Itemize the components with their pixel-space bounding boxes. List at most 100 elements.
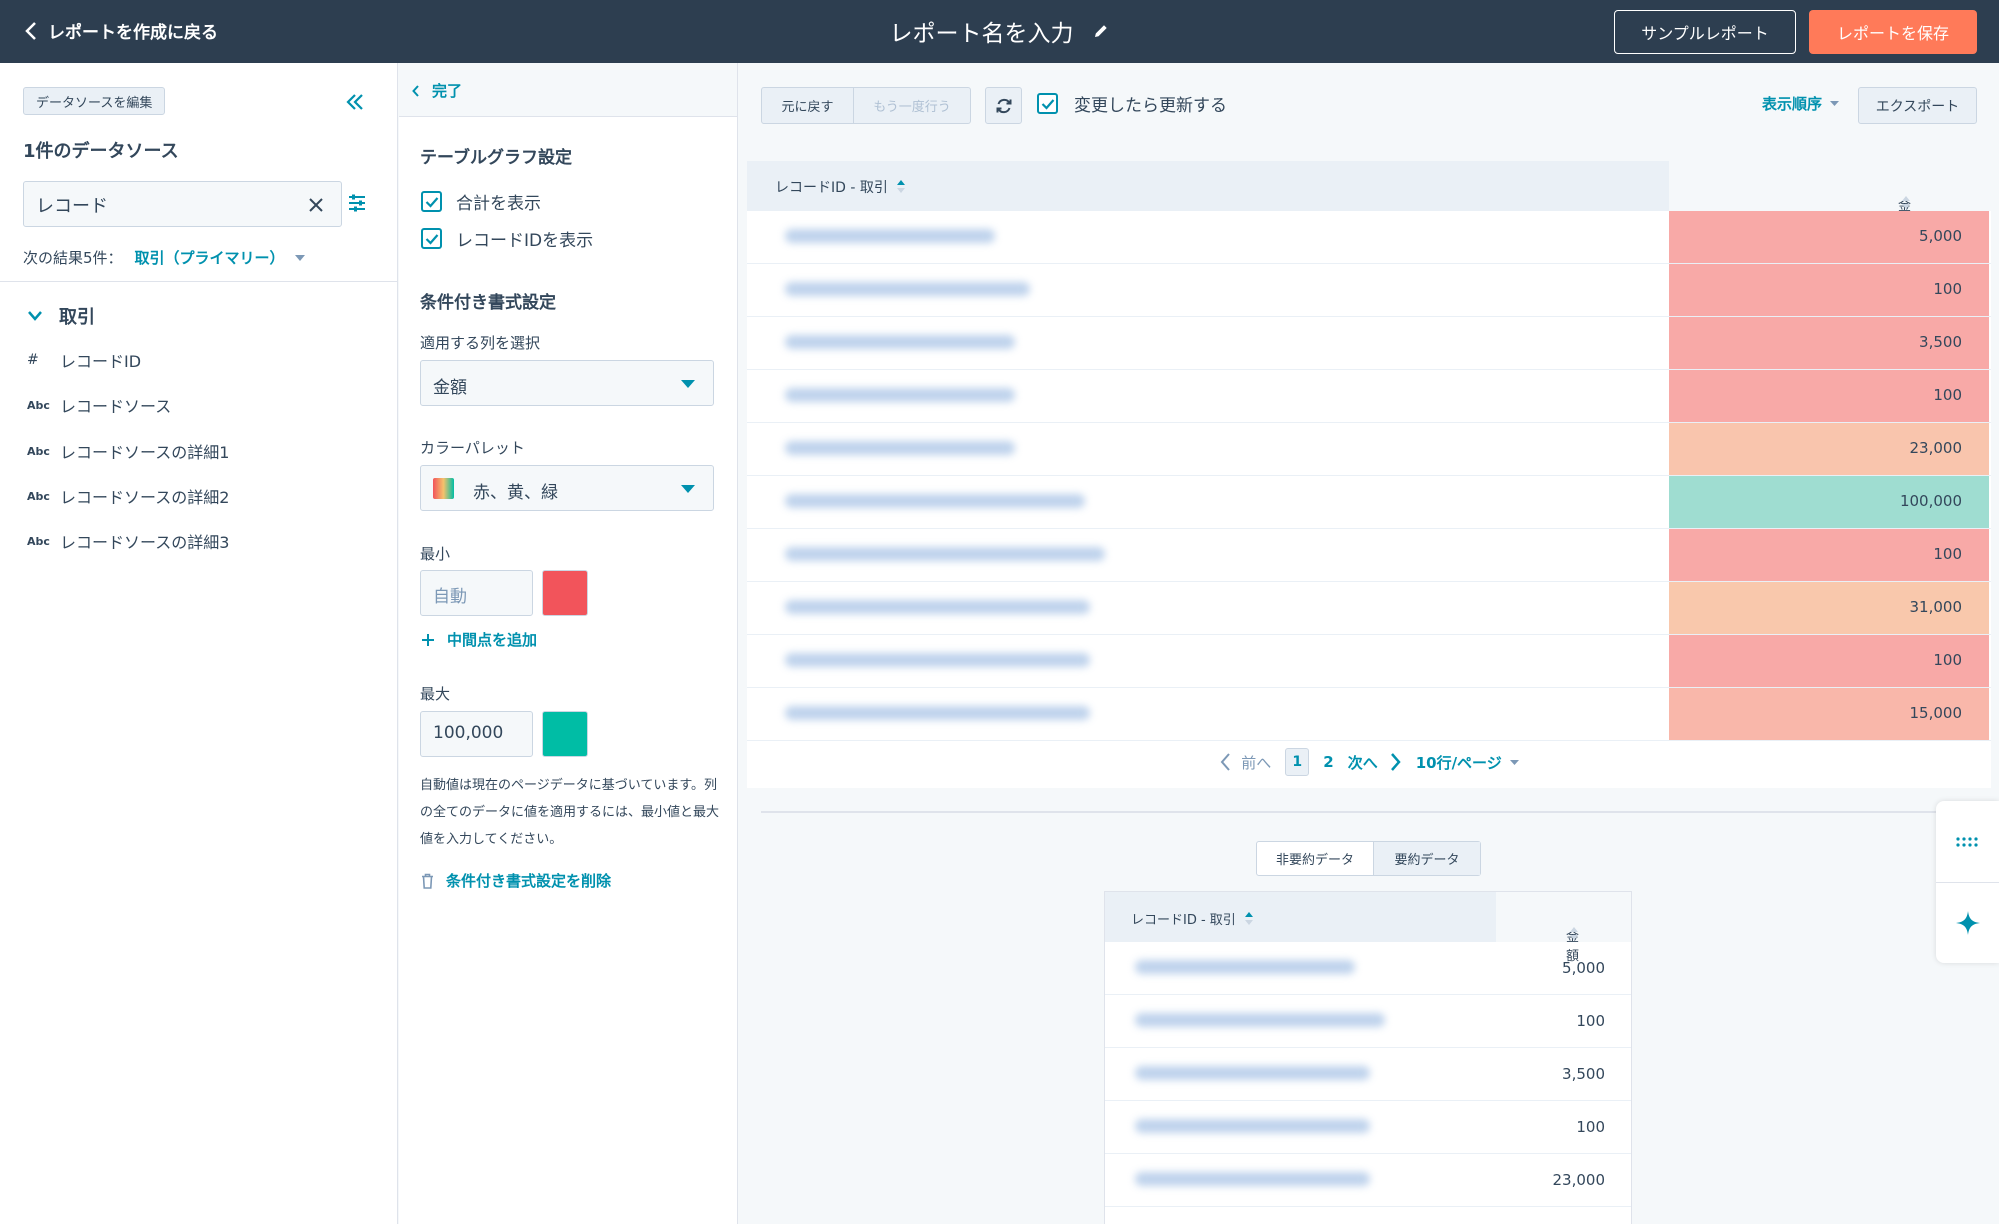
column-header-amount[interactable]: 金額 xyxy=(1669,161,1991,233)
column-header-record-id[interactable]: レコードID - 取引 xyxy=(775,177,906,197)
next-label[interactable]: 次へ xyxy=(1348,752,1378,773)
sort-icon[interactable] xyxy=(896,179,906,195)
collapse-panel-icon[interactable] xyxy=(344,91,366,113)
edit-datasource-button[interactable]: データソースを編集 xyxy=(23,87,166,115)
select-value[interactable]: 赤、黄、緑 xyxy=(473,478,558,503)
property-item-record-id[interactable]: # レコードID xyxy=(27,348,141,372)
palette-select[interactable]: 赤、黄、緑 xyxy=(420,465,714,511)
select-value[interactable]: 金額 xyxy=(433,373,467,398)
filter-sliders-icon[interactable] xyxy=(348,193,366,213)
property-item-record-source-detail-3[interactable]: Abc レコードソースの詳細3 xyxy=(27,529,229,553)
checkbox-checked[interactable] xyxy=(421,228,442,249)
record-id-link-redacted[interactable] xyxy=(785,335,1015,349)
caret-down-icon xyxy=(1830,101,1840,106)
property-item-record-source-detail-2[interactable]: Abc レコードソースの詳細2 xyxy=(27,484,229,508)
record-id-link-redacted[interactable] xyxy=(1135,1066,1370,1080)
amount-cell: 15,000 xyxy=(1669,688,1989,740)
column-header-amount[interactable]: 金額 xyxy=(1496,892,1631,964)
property-label[interactable]: レコードソースの詳細2 xyxy=(60,484,229,508)
apps-grid-button[interactable] xyxy=(1936,801,1999,882)
record-id-link-redacted[interactable] xyxy=(785,441,1015,455)
pencil-icon[interactable] xyxy=(1092,22,1110,40)
results-object-dropdown[interactable]: 取引（プライマリー） xyxy=(135,247,305,268)
record-id-link-redacted[interactable] xyxy=(785,706,1090,720)
record-id-link-redacted[interactable] xyxy=(785,229,995,243)
property-label[interactable]: レコードソースの詳細3 xyxy=(60,529,229,553)
auto-update-label[interactable]: 変更したら更新する xyxy=(1074,91,1227,116)
delete-label[interactable]: 条件付き書式設定を削除 xyxy=(446,870,611,891)
done-link[interactable]: 完了 xyxy=(412,80,462,101)
column-header-label[interactable]: レコードID - 取引 xyxy=(1131,909,1236,928)
record-id-link-redacted[interactable] xyxy=(785,494,1085,508)
search-value[interactable]: レコード xyxy=(36,192,108,218)
refresh-button[interactable] xyxy=(985,87,1022,124)
redo-button[interactable]: もう一度行う xyxy=(854,88,970,123)
property-label[interactable]: レコードソースの詳細1 xyxy=(60,439,229,463)
delete-conditional-format-button[interactable]: 条件付き書式設定を削除 xyxy=(421,870,611,891)
record-id-link-redacted[interactable] xyxy=(1135,1013,1385,1027)
save-report-button[interactable]: レポートを保存 xyxy=(1809,10,1977,54)
rows-per-page-label[interactable]: 10行/ページ xyxy=(1416,752,1502,773)
property-label[interactable]: レコードソース xyxy=(60,393,171,417)
show-total-checkbox[interactable]: 合計を表示 xyxy=(421,189,541,214)
table-row: 3,500 xyxy=(1105,1048,1631,1101)
property-label[interactable]: レコードID xyxy=(60,348,141,372)
min-color-picker[interactable] xyxy=(542,570,588,616)
chevron-down-icon[interactable] xyxy=(27,310,43,322)
undo-redo-group: 元に戻す もう一度行う xyxy=(761,87,971,124)
record-id-link-redacted[interactable] xyxy=(1135,960,1355,974)
max-color-picker[interactable] xyxy=(542,711,588,757)
page-1-button[interactable]: 1 xyxy=(1285,748,1310,776)
record-id-link-redacted[interactable] xyxy=(1135,1172,1370,1186)
add-midpoint-button[interactable]: 中間点を追加 xyxy=(421,629,537,650)
undo-button[interactable]: 元に戻す xyxy=(762,88,854,123)
show-record-id-checkbox[interactable]: レコードIDを表示 xyxy=(421,226,593,251)
add-midpoint-label[interactable]: 中間点を追加 xyxy=(447,629,537,650)
property-group-deals[interactable]: 取引 xyxy=(27,303,95,329)
min-label: 最小 xyxy=(420,545,451,563)
record-id-link-redacted[interactable] xyxy=(785,653,1090,667)
amount-value: 100,000 xyxy=(1899,492,1962,510)
apply-column-select[interactable]: 金額 xyxy=(420,360,714,406)
pagination: 前へ 1 2 次へ 10行/ページ xyxy=(747,747,1991,777)
column-header-label[interactable]: レコードID - 取引 xyxy=(775,177,888,197)
property-search-input[interactable]: レコード xyxy=(23,181,342,227)
results-object-label[interactable]: 取引（プライマリー） xyxy=(135,247,285,268)
tab-summarized-data[interactable]: 要約データ xyxy=(1374,842,1480,875)
results-prefix: 次の結果5件： xyxy=(23,249,123,267)
sort-order-dropdown[interactable]: 表示順序 xyxy=(1762,93,1840,114)
property-item-record-source[interactable]: Abc レコードソース xyxy=(27,393,171,417)
page-2-button[interactable]: 2 xyxy=(1323,753,1333,771)
report-table: レコードID - 取引 金額 5,000 100 3,500 100 23,00… xyxy=(747,161,1991,788)
tab-unsummarized-data[interactable]: 非要約データ xyxy=(1257,842,1374,875)
record-id-link-redacted[interactable] xyxy=(785,282,1030,296)
sort-icon[interactable] xyxy=(1244,911,1254,927)
prev-page-button[interactable]: 前へ xyxy=(1219,752,1271,773)
column-header-record-id[interactable]: レコードID - 取引 xyxy=(1131,909,1254,928)
export-button[interactable]: エクスポート xyxy=(1858,87,1977,124)
close-icon[interactable] xyxy=(307,196,325,214)
rows-per-page-dropdown[interactable]: 10行/ページ xyxy=(1416,752,1519,773)
checkbox-label[interactable]: 合計を表示 xyxy=(456,189,541,214)
next-page-button[interactable]: 次へ xyxy=(1348,752,1402,773)
record-id-link-redacted[interactable] xyxy=(785,547,1105,561)
sort-icon[interactable] xyxy=(1901,195,1911,211)
auto-update-checkbox[interactable]: 変更したら更新する xyxy=(1037,91,1227,116)
sample-report-button[interactable]: サンプルレポート xyxy=(1614,10,1796,54)
done-label[interactable]: 完了 xyxy=(432,80,462,101)
min-value-input[interactable]: 自動 xyxy=(420,570,533,616)
record-id-link-redacted[interactable] xyxy=(1135,1119,1370,1133)
report-title-text[interactable]: レポート名を入力 xyxy=(890,14,1074,48)
record-id-link-redacted[interactable] xyxy=(785,600,1090,614)
max-value-input[interactable]: 100,000 xyxy=(420,711,533,757)
prev-label[interactable]: 前へ xyxy=(1241,752,1271,773)
checkbox-checked[interactable] xyxy=(421,191,442,212)
checkbox-checked[interactable] xyxy=(1037,93,1058,114)
ai-assistant-button[interactable] xyxy=(1936,882,1999,963)
checkbox-label[interactable]: レコードIDを表示 xyxy=(456,226,593,251)
sort-icon[interactable] xyxy=(1569,926,1579,942)
property-item-record-source-detail-1[interactable]: Abc レコードソースの詳細1 xyxy=(27,439,229,463)
table-row: 3,500 xyxy=(747,317,1991,370)
record-id-link-redacted[interactable] xyxy=(785,388,1015,402)
sort-label[interactable]: 表示順序 xyxy=(1762,93,1822,114)
